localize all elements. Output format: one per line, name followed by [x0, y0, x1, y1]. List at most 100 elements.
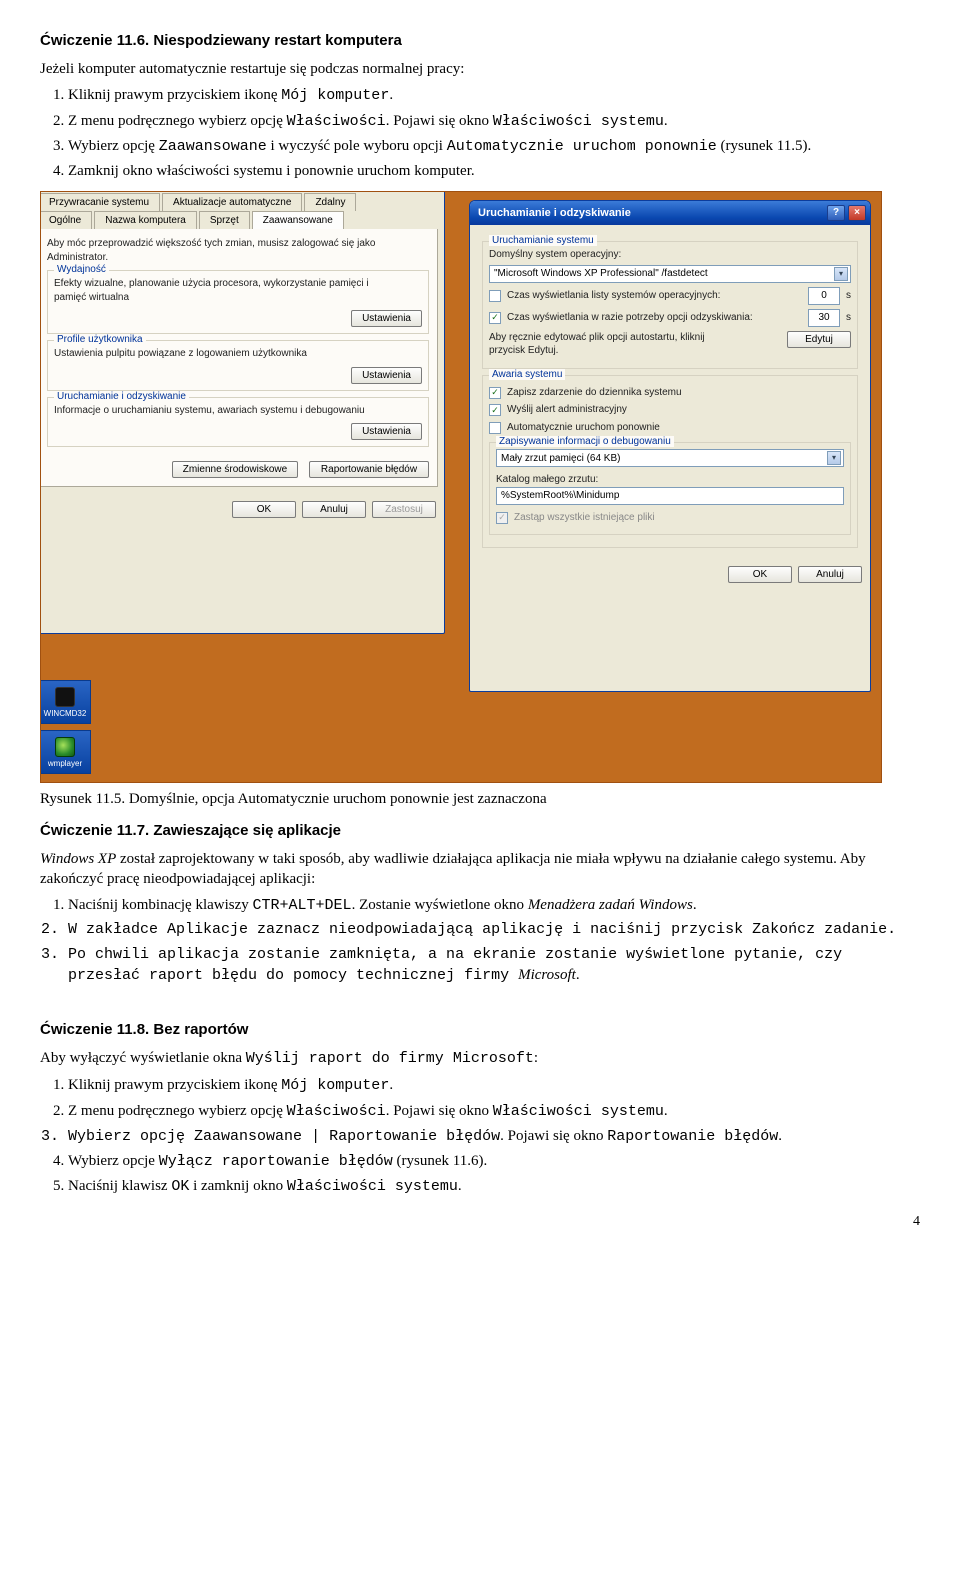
recovery-time-input[interactable]: 30	[808, 309, 840, 327]
intro-ex117: Windows XP został zaprojektowany w taki …	[40, 849, 920, 890]
checkbox-overwrite[interactable]: ✓	[496, 512, 508, 524]
select-value: "Microsoft Windows XP Professional" /fas…	[494, 268, 708, 279]
group-debug-info: Zapisywanie informacji o debugowaniu Mał…	[489, 442, 851, 535]
label: Czas wyświetlania listy systemów operacy…	[507, 289, 802, 303]
code: Właściwości	[287, 113, 386, 130]
code: Automatycznie uruchom ponownie	[447, 138, 717, 155]
group-title: Uruchamianie i odzyskiwanie	[54, 391, 189, 402]
title-text: Uruchamianie i odzyskiwanie	[478, 207, 631, 219]
label: wmplayer	[48, 759, 82, 768]
group-startup: Uruchamianie i odzyskiwanie Informacje o…	[47, 397, 429, 448]
taskbar-item-wincmd[interactable]: WINCMD32	[40, 680, 91, 724]
ital: Menadżera zadań Windows	[528, 897, 693, 913]
code: Właściwości systemu	[493, 1103, 664, 1120]
t: zaznacz nieodpowiadającą aplikację i nac…	[248, 921, 752, 938]
checkbox-admin-alert[interactable]: ✓	[489, 404, 501, 416]
t: .	[576, 967, 580, 983]
tab-advanced[interactable]: Zaawansowane	[252, 211, 344, 229]
screenshot-figure: Właściwości systemu ? × Przywracanie sys…	[40, 191, 882, 783]
tab-remote[interactable]: Zdalny	[304, 193, 356, 211]
apply-button[interactable]: Zastosuj	[372, 501, 436, 518]
settings-button[interactable]: Ustawienia	[351, 423, 422, 440]
recovery-titlebar[interactable]: Uruchamianie i odzyskiwanie ? ×	[470, 201, 870, 225]
cancel-button[interactable]: Anuluj	[302, 501, 366, 518]
tab-hardware[interactable]: Sprzęt	[199, 211, 250, 229]
code: CTR+ALT+DEL	[253, 897, 352, 914]
dump-dir-label: Katalog małego zrzutu:	[496, 473, 844, 487]
ex116-step3: Wybierz opcję Zaawansowane i wyczyść pol…	[68, 136, 920, 157]
steps-ex117: Naciśnij kombinację klawiszy CTR+ALT+DEL…	[58, 895, 920, 986]
ok-button[interactable]: OK	[728, 566, 792, 583]
select-value: Mały zrzut pamięci (64 KB)	[501, 453, 620, 464]
edit-button[interactable]: Edytuj	[787, 331, 851, 348]
close-icon[interactable]: ×	[848, 205, 866, 221]
code: Właściwości systemu	[287, 1178, 458, 1195]
code: Raportowanie błędów	[329, 1128, 500, 1145]
t: (rysunek 11.6).	[393, 1153, 487, 1169]
tab-computer-name[interactable]: Nazwa komputera	[94, 211, 197, 229]
settings-button[interactable]: Ustawienia	[351, 367, 422, 384]
checkbox-log-event[interactable]: ✓	[489, 387, 501, 399]
checkbox-list-time[interactable]: ✓	[489, 290, 501, 302]
code: Zaawansowane	[194, 1128, 302, 1145]
cancel-button[interactable]: Anuluj	[798, 566, 862, 583]
ex116-step4: Zamknij okno właściwości systemu i ponow…	[68, 161, 920, 181]
t: Z menu podręcznego wybierz opcję	[68, 1103, 287, 1119]
list-time-input[interactable]: 0	[808, 287, 840, 305]
code: OK	[171, 1178, 189, 1195]
code: Właściwości	[287, 1103, 386, 1120]
steps-ex116: Kliknij prawym przyciskiem ikonę Mój kom…	[58, 85, 920, 181]
chevron-down-icon[interactable]: ▾	[834, 267, 848, 281]
group-title: Awaria systemu	[489, 369, 565, 380]
default-os-select[interactable]: "Microsoft Windows XP Professional" /fas…	[489, 265, 851, 283]
t: .	[389, 1077, 393, 1093]
recovery-body: Uruchamianie systemu Domyślny system ope…	[470, 225, 870, 558]
ital: Microsoft	[518, 967, 576, 983]
settings-button[interactable]: Ustawienia	[351, 310, 422, 327]
t: .	[664, 1103, 668, 1119]
checkbox-auto-restart[interactable]: ✓	[489, 422, 501, 434]
ex118-step3: Wybierz opcję Zaawansowane | Raportowani…	[68, 1126, 920, 1147]
code: Wyłącz raportowanie błędów	[159, 1153, 393, 1170]
t: .	[458, 1178, 462, 1194]
ex118-step5: Naciśnij klawisz OK i zamknij okno Właśc…	[68, 1176, 920, 1197]
group-title: Zapisywanie informacji o debugowaniu	[496, 436, 674, 447]
group-title: Profile użytkownika	[54, 334, 146, 345]
figure-caption: Rysunek 11.5. Domyślnie, opcja Automatyc…	[40, 789, 920, 809]
dump-dir-input[interactable]: %SystemRoot%\Minidump	[496, 487, 844, 505]
tab-auto-updates[interactable]: Aktualizacje automatyczne	[162, 193, 302, 211]
ex117-step3: Po chwili aplikacja zostanie zamknięta, …	[68, 945, 920, 987]
tab-general[interactable]: Ogólne	[40, 211, 92, 229]
ex116-step1: Kliknij prawym przyciskiem ikonę Mój kom…	[68, 85, 920, 106]
default-os-label: Domyślny system operacyjny:	[489, 248, 851, 262]
label: Czas wyświetlania w razie potrzeby opcji…	[507, 311, 802, 325]
chevron-down-icon[interactable]: ▾	[827, 451, 841, 465]
dump-type-select[interactable]: Mały zrzut pamięci (64 KB) ▾	[496, 449, 844, 467]
env-vars-button[interactable]: Zmienne środowiskowe	[172, 461, 299, 478]
checkbox-recovery-time[interactable]: ✓	[489, 312, 501, 324]
help-icon[interactable]: ?	[827, 205, 845, 221]
taskbar-item-wmplayer[interactable]: wmplayer	[40, 730, 91, 774]
error-reporting-button[interactable]: Raportowanie błędów	[309, 461, 429, 478]
ok-button[interactable]: OK	[232, 501, 296, 518]
ex116-step2: Z menu podręcznego wybierz opcję Właściw…	[68, 111, 920, 132]
desc1: Efekty wizualne, planowanie użycia proce…	[54, 277, 422, 291]
t: (rysunek 11.5).	[717, 138, 811, 154]
t: i wyczyść pole wyboru opcji	[267, 138, 447, 154]
intro-ex116: Jeżeli komputer automatycznie restartuje…	[40, 59, 920, 79]
t: Kliknij prawym przyciskiem ikonę	[68, 87, 281, 103]
terminal-icon	[55, 687, 75, 707]
tabs-row2: Ogólne Nazwa komputera Sprzęt Zaawansowa…	[40, 211, 444, 229]
group-system-failure: Awaria systemu ✓Zapisz zdarzenie do dzie…	[482, 375, 858, 549]
code: Zakończ zadanie	[752, 921, 887, 938]
desc: Ustawienia pulpitu powiązane z logowanie…	[54, 347, 422, 361]
t: . Zostanie wyświetlone okno	[352, 897, 528, 913]
t: .	[389, 87, 393, 103]
page-number: 4	[40, 1214, 920, 1230]
tab-system-restore[interactable]: Przywracanie systemu	[40, 193, 160, 211]
t: . Pojawi się okno	[500, 1128, 607, 1144]
media-player-icon	[55, 737, 75, 757]
system-properties-window: Właściwości systemu ? × Przywracanie sys…	[40, 191, 445, 634]
t: . Pojawi się okno	[386, 113, 493, 129]
group-profiles: Profile użytkownika Ustawienia pulpitu p…	[47, 340, 429, 391]
